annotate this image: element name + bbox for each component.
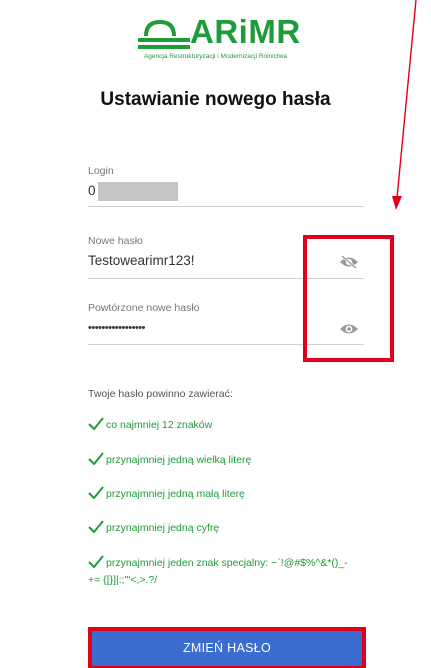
login-label: Login <box>88 165 114 177</box>
annotation-button-highlight: ZMIEŃ HASŁO <box>88 627 366 668</box>
requirement-text: przynajmniej jedną cyfrę <box>106 522 220 534</box>
redacted-box <box>97 182 178 201</box>
requirement-item: co najmniej 12 znaków <box>88 417 212 433</box>
change-password-button[interactable]: ZMIEŃ HASŁO <box>92 631 362 666</box>
checkmark-icon <box>88 486 104 499</box>
login-value-text: 0 <box>88 183 96 199</box>
page-title: Ustawianie nowego hasła <box>100 89 331 110</box>
requirement-text: przynajmniej jedną małą literę <box>106 488 245 500</box>
logo-mark-icon <box>138 19 190 49</box>
checkmark-icon <box>88 520 104 533</box>
arimr-logo: ARiMR Agencja Restrukturyzacji i Moderni… <box>0 6 431 72</box>
requirement-text-continued: += {[}]|:;"'<,>.?/ <box>88 574 158 586</box>
checkmark-icon <box>88 452 104 465</box>
requirements-heading: Twoje hasło powinno zawierać: <box>88 388 233 400</box>
logo-name: ARiMR <box>190 13 301 50</box>
requirement-text: co najmniej 12 znaków <box>106 419 213 431</box>
login-field[interactable]: Login 0 <box>88 165 364 201</box>
logo-subtitle: Agencja Restrukturyzacji i Modernizacji … <box>143 53 288 60</box>
requirement-text: przynajmniej jeden znak specjalny: ~`!@#… <box>106 557 348 569</box>
requirement-item: przynajmniej jeden znak specjalny: ~`!@#… <box>88 555 348 571</box>
login-value[interactable]: 0 <box>88 182 364 201</box>
requirement-item: przynajmniej jedną małą literę <box>88 486 245 502</box>
requirement-text: przynajmniej jedną wielką literę <box>106 454 252 466</box>
requirement-item: przynajmniej jedną cyfrę <box>88 520 219 536</box>
login-underline <box>88 206 364 207</box>
requirement-item: przynajmniej jedną wielką literę <box>88 452 251 468</box>
annotation-highlight-box <box>303 235 394 362</box>
checkmark-icon <box>88 417 104 430</box>
checkmark-icon <box>88 555 104 568</box>
